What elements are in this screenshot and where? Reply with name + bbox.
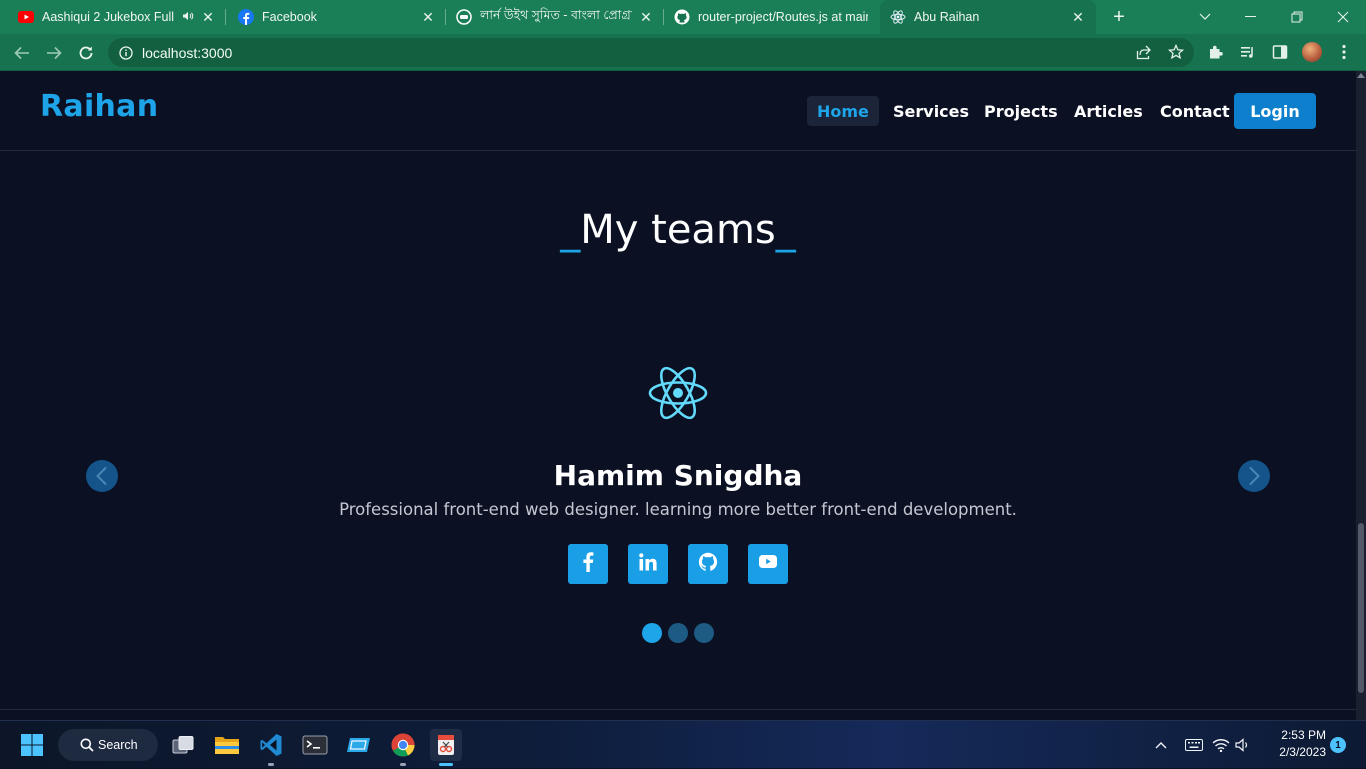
- chrome-icon[interactable]: [387, 729, 419, 766]
- close-tab-icon[interactable]: ✕: [420, 9, 436, 25]
- site-navbar: Raihan Home Services Projects Articles C…: [0, 71, 1356, 151]
- github-icon: [698, 552, 718, 577]
- taskbar-search[interactable]: Search: [58, 729, 158, 761]
- running-indicator: [400, 763, 406, 766]
- site-logo[interactable]: Raihan: [40, 89, 158, 124]
- snipping-tool-icon[interactable]: [430, 729, 462, 766]
- running-indicator: [268, 763, 274, 766]
- github-link[interactable]: [688, 544, 728, 584]
- share-icon[interactable]: [1134, 42, 1154, 62]
- tab-title: Abu Raihan: [914, 10, 980, 24]
- login-button[interactable]: Login: [1234, 93, 1316, 129]
- back-button[interactable]: [9, 40, 35, 66]
- tab-separator: [225, 9, 226, 25]
- taskbar-clock[interactable]: 2:53 PM 2/3/2023: [1262, 727, 1326, 761]
- section-title: _My teams_: [0, 207, 1356, 253]
- forward-button[interactable]: [41, 40, 67, 66]
- browser-menu-icon[interactable]: [1336, 42, 1352, 62]
- chevron-up-icon[interactable]: [1150, 741, 1172, 749]
- web-page: Raihan Home Services Projects Articles C…: [0, 71, 1356, 720]
- browser-tab-strip: Aashiqui 2 Jukebox Full Songs ✕ Facebook…: [0, 0, 1366, 34]
- nav-articles[interactable]: Articles: [1064, 96, 1153, 126]
- nav-home[interactable]: Home: [807, 96, 879, 126]
- tab-title: router-project/Routes.js at main: [698, 10, 868, 24]
- tab-github[interactable]: router-project/Routes.js at main: [664, 0, 878, 34]
- facebook-link[interactable]: [568, 544, 608, 584]
- browser-toolbar: localhost:3000: [0, 34, 1366, 71]
- restore-button[interactable]: [1274, 0, 1320, 34]
- close-tab-icon[interactable]: ✕: [200, 9, 216, 25]
- carousel-dot-1[interactable]: [642, 623, 662, 643]
- new-tab-button[interactable]: +: [1106, 4, 1132, 30]
- mail-icon[interactable]: [343, 729, 375, 761]
- youtube-icon: [18, 9, 34, 25]
- close-tab-icon[interactable]: ✕: [638, 9, 654, 25]
- react-icon: [890, 9, 906, 25]
- extensions-icon[interactable]: [1206, 42, 1226, 62]
- clock-date: 2/3/2023: [1279, 745, 1326, 759]
- lws-icon: [456, 9, 472, 25]
- github-icon: [674, 9, 690, 25]
- carousel-dot-3[interactable]: [694, 623, 714, 643]
- close-tab-icon[interactable]: ✕: [1070, 9, 1086, 25]
- facebook-icon: [582, 551, 594, 577]
- windows-taskbar: Search 2:53 PM 2/3/2023 1: [0, 720, 1366, 768]
- member-name: Hamim Snigdha: [553, 459, 803, 492]
- youtube-icon: [759, 555, 777, 573]
- nav-contact[interactable]: Contact: [1150, 96, 1240, 126]
- tab-lws[interactable]: লার্ন উইথ সুমিত - বাংলা প্রোগ্রামিং ✕: [446, 0, 664, 34]
- site-info-icon[interactable]: [118, 45, 134, 61]
- title-underscore-right: _: [775, 207, 796, 253]
- carousel-dot-2[interactable]: [668, 623, 688, 643]
- system-tray: [1150, 721, 1254, 769]
- address-bar[interactable]: localhost:3000: [108, 38, 1194, 67]
- search-icon: [80, 738, 94, 755]
- tab-youtube[interactable]: Aashiqui 2 Jukebox Full Songs ✕: [8, 0, 226, 34]
- profile-avatar[interactable]: [1302, 42, 1322, 62]
- bookmark-star-icon[interactable]: [1166, 42, 1186, 62]
- tab-title: Aashiqui 2 Jukebox Full Songs: [42, 10, 178, 24]
- file-explorer-icon[interactable]: [211, 729, 243, 761]
- tab-facebook[interactable]: Facebook ✕: [228, 0, 446, 34]
- section-divider: [0, 709, 1356, 710]
- terminal-icon[interactable]: [299, 729, 331, 761]
- scroll-up-arrow-icon[interactable]: [1357, 73, 1365, 78]
- linkedin-link[interactable]: [628, 544, 668, 584]
- page-scrollbar[interactable]: [1356, 71, 1366, 720]
- tab-abu-raihan[interactable]: Abu Raihan ✕: [880, 0, 1096, 34]
- url-text: localhost:3000: [142, 44, 233, 61]
- speaker-icon[interactable]: [182, 11, 194, 24]
- scrollbar-thumb[interactable]: [1358, 523, 1364, 693]
- clock-time: 2:53 PM: [1281, 728, 1326, 742]
- volume-icon[interactable]: [1232, 738, 1254, 752]
- start-button[interactable]: [16, 729, 48, 761]
- title-underscore-left: _: [560, 207, 581, 253]
- nav-services[interactable]: Services: [883, 96, 979, 126]
- side-panel-icon[interactable]: [1270, 42, 1290, 62]
- linkedin-icon: [639, 552, 657, 576]
- vscode-icon[interactable]: [255, 729, 287, 766]
- tab-title: লার্ন উইথ সুমিত - বাংলা প্রোগ্রামিং: [480, 8, 632, 22]
- wifi-icon[interactable]: [1210, 738, 1232, 752]
- notification-badge[interactable]: 1: [1330, 737, 1346, 753]
- youtube-link[interactable]: [748, 544, 788, 584]
- close-window-button[interactable]: [1320, 0, 1366, 34]
- tab-search-icon[interactable]: [1182, 0, 1228, 34]
- nav-projects[interactable]: Projects: [974, 96, 1068, 126]
- search-label: Search: [98, 738, 138, 752]
- tab-title: Facebook: [262, 10, 317, 24]
- running-indicator: [439, 763, 453, 766]
- member-description: Professional front-end web designer. lea…: [339, 500, 1017, 519]
- reload-button[interactable]: [73, 40, 99, 66]
- carousel-next-button[interactable]: [1238, 460, 1270, 492]
- media-control-icon[interactable]: [1238, 42, 1258, 62]
- task-view-icon[interactable]: [167, 729, 199, 761]
- keyboard-icon[interactable]: [1178, 739, 1210, 751]
- react-logo-icon: [648, 366, 708, 420]
- minimize-button[interactable]: [1228, 0, 1274, 34]
- facebook-icon: [238, 9, 254, 25]
- title-text: My teams: [580, 207, 776, 253]
